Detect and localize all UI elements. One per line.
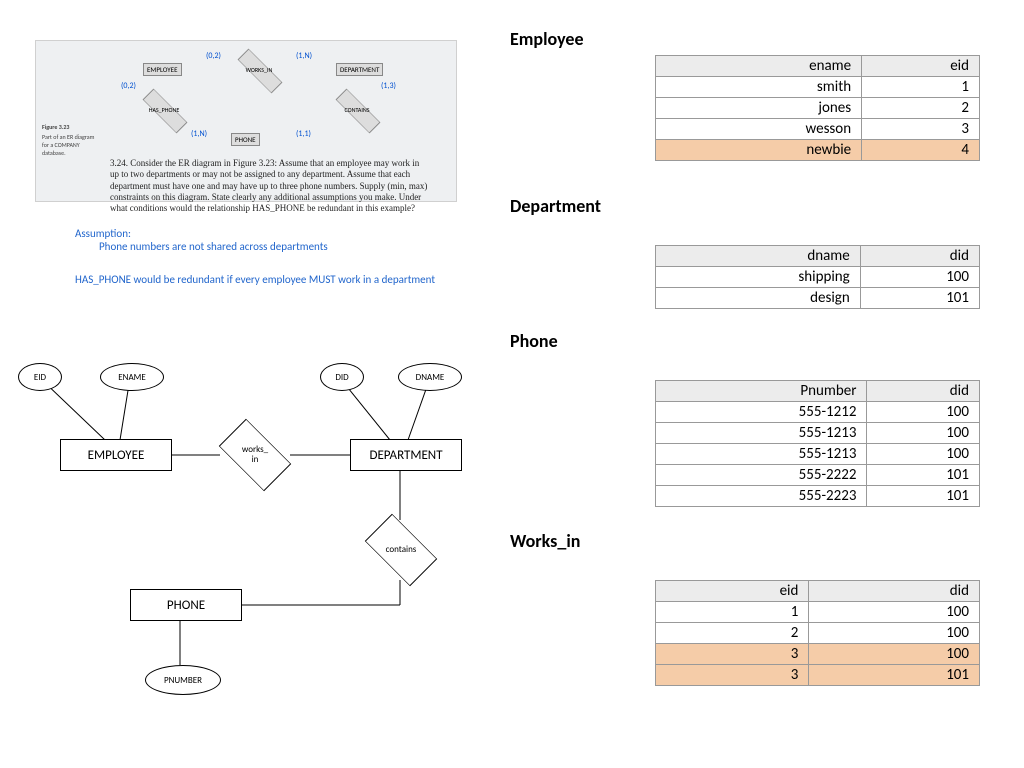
title-works-in: Works_in bbox=[510, 530, 580, 552]
question-number: 3.24. bbox=[110, 158, 128, 168]
entity-phone: PHONE bbox=[130, 589, 242, 621]
question-text: 3.24. Consider the ER diagram in Figure … bbox=[110, 158, 430, 214]
redundant-note: HAS_PHONE would be redundant if every em… bbox=[75, 273, 435, 286]
fb-has-phone: HAS_PHONE bbox=[141, 97, 187, 123]
fb-employee: EMPLOYEE bbox=[143, 63, 182, 76]
table-row: wesson3 bbox=[656, 119, 980, 140]
title-employee: Employee bbox=[510, 28, 584, 50]
card-d: (1,3) bbox=[381, 81, 396, 91]
table-row: design101 bbox=[656, 288, 980, 309]
card-b: (1,N) bbox=[296, 51, 312, 61]
table-row: 555-2222101 bbox=[656, 465, 980, 486]
table-row: 1100 bbox=[656, 602, 980, 623]
table-row: newbie4 bbox=[656, 140, 980, 161]
card-a: (0,2) bbox=[206, 51, 221, 61]
col-header: eid bbox=[862, 56, 980, 77]
table-row: 555-1213100 bbox=[656, 444, 980, 465]
col-header: Pnumber bbox=[656, 381, 867, 402]
col-header: eid bbox=[656, 581, 809, 602]
table-row: 555-2223101 bbox=[656, 486, 980, 507]
col-header: ename bbox=[656, 56, 862, 77]
figure-caption: Part of an ER diagram for a COMPANY data… bbox=[42, 133, 102, 157]
assumption-block: Assumption: Phone numbers are not shared… bbox=[75, 227, 328, 253]
attr-dname: DNAME bbox=[398, 363, 462, 391]
fb-works-in: WORKS_IN bbox=[236, 57, 282, 83]
table-row: jones2 bbox=[656, 98, 980, 119]
card-f: (1,1) bbox=[296, 129, 311, 139]
fb-contains: CONTAINS bbox=[334, 97, 380, 123]
table-row: 555-1213100 bbox=[656, 423, 980, 444]
fb-phone: PHONE bbox=[231, 133, 260, 146]
col-header: did bbox=[867, 381, 980, 402]
figure-number: Figure 3.23 bbox=[42, 123, 69, 131]
entity-employee: EMPLOYEE bbox=[60, 439, 172, 471]
table-row: 2100 bbox=[656, 623, 980, 644]
table-department: dnamedidshipping100design101 bbox=[655, 245, 980, 309]
rel-works-in: works_ in bbox=[220, 425, 290, 485]
card-e: (1,N) bbox=[191, 129, 207, 139]
col-header: did bbox=[809, 581, 980, 602]
table-row: 3100 bbox=[656, 644, 980, 665]
attr-did: DID bbox=[320, 363, 364, 391]
table-row: 3101 bbox=[656, 665, 980, 686]
title-phone: Phone bbox=[510, 330, 558, 352]
col-header: dname bbox=[656, 246, 861, 267]
er-diagram: EID ENAME DID DNAME EMPLOYEE DEPARTMENT … bbox=[10, 355, 490, 735]
title-department: Department bbox=[510, 195, 601, 217]
attr-ename: ENAME bbox=[100, 363, 164, 391]
attr-eid: EID bbox=[18, 363, 62, 391]
table-employee: enameeidsmith1jones2wesson3newbie4 bbox=[655, 55, 980, 161]
rel-contains: contains bbox=[366, 520, 436, 580]
table-row: shipping100 bbox=[656, 267, 980, 288]
entity-department: DEPARTMENT bbox=[350, 439, 462, 471]
table-phone: Pnumberdid555-1212100555-1213100555-1213… bbox=[655, 380, 980, 507]
fb-department: DEPARTMENT bbox=[336, 63, 383, 76]
attr-pnumber: PNUMBER bbox=[145, 665, 221, 695]
card-c: (0,2) bbox=[121, 81, 136, 91]
col-header: did bbox=[860, 246, 979, 267]
table-row: smith1 bbox=[656, 77, 980, 98]
table-row: 555-1212100 bbox=[656, 402, 980, 423]
table-works-in: eiddid1100210031003101 bbox=[655, 580, 980, 686]
